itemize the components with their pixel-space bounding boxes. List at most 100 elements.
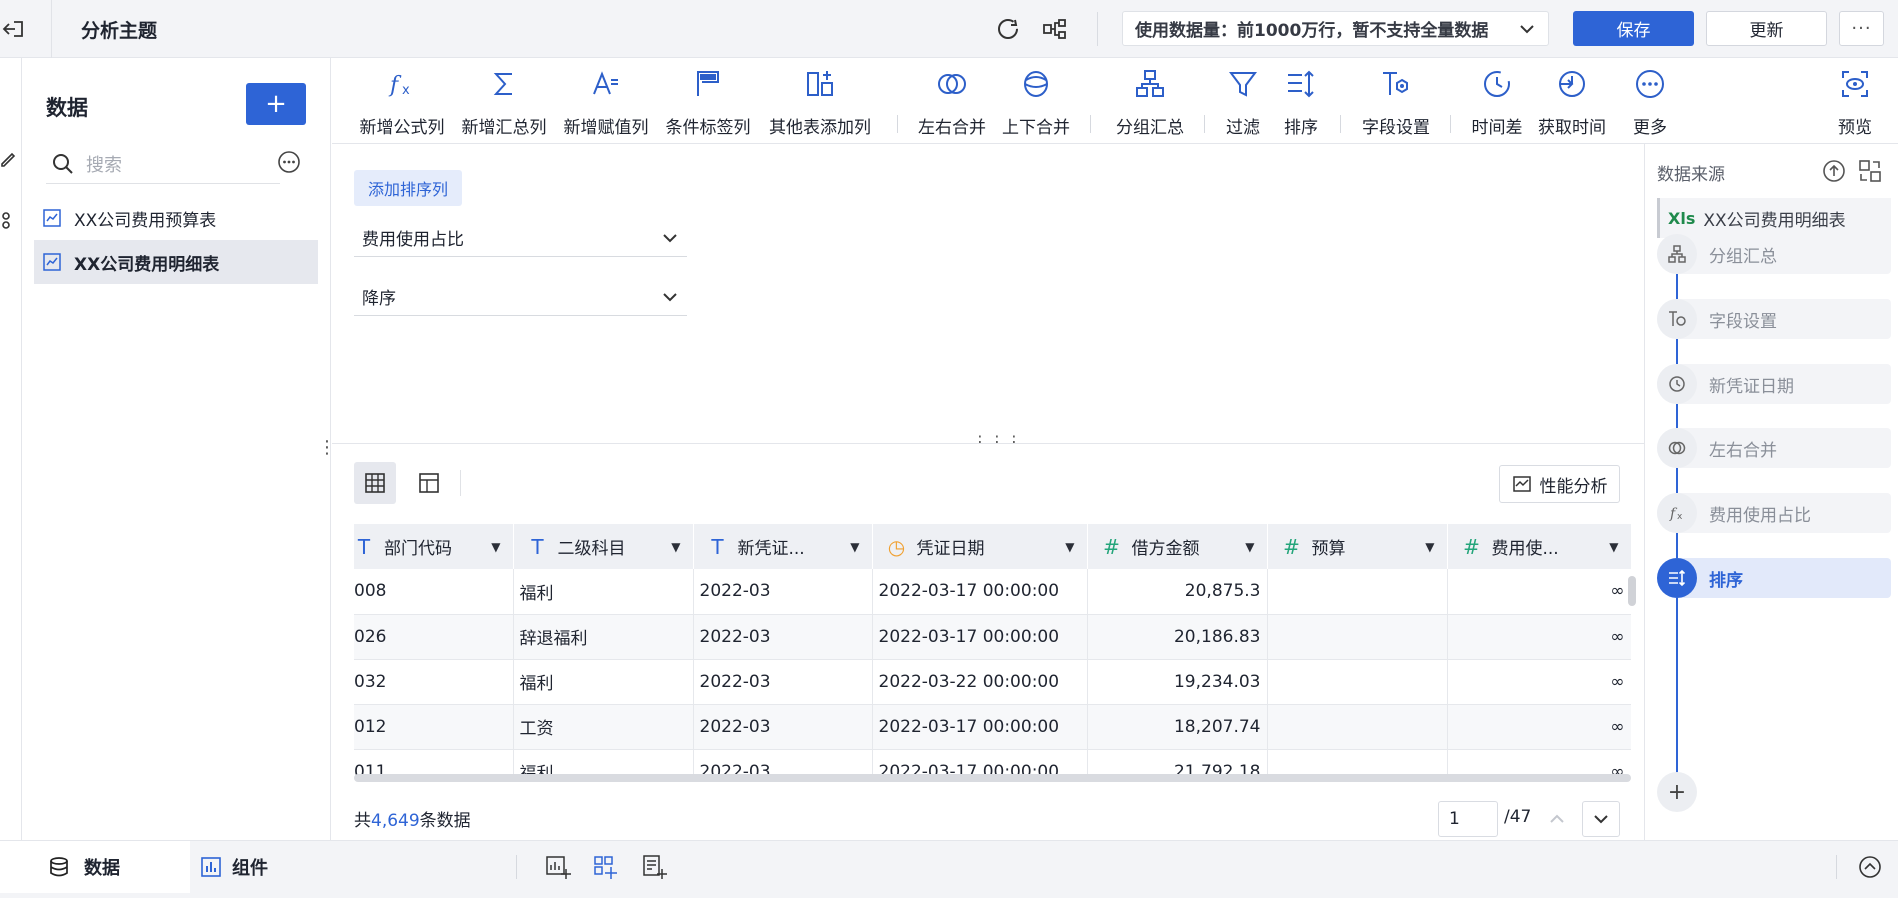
column-name: 预算 (1311, 539, 1346, 559)
tool-add-formula[interactable]: fx 新增公式列 (352, 68, 452, 138)
more-options-button[interactable]: ··· (1839, 11, 1884, 46)
table-row[interactable]: 008 福利 2022-03 2022-03-17 00:00:00 20,875.3 ∞ (354, 569, 1631, 615)
search-icon (53, 153, 73, 174)
tool-merge-ud[interactable]: 上下合并 (996, 68, 1076, 138)
flow-step-sort[interactable]: 排序 (1657, 558, 1891, 598)
table-cell: 026 (354, 614, 514, 660)
flow-step-merge-lr[interactable]: 左右合并 (1657, 428, 1891, 468)
tool-label: 新增赋值列 (563, 118, 649, 138)
merge-lr-icon (1657, 428, 1697, 468)
add-data-button[interactable]: + (246, 83, 306, 125)
step-label: 排序 (1709, 570, 1743, 591)
horizontal-scrollbar[interactable] (354, 774, 1631, 782)
sidebar-item-detail[interactable]: XX公司费用明细表 (34, 240, 318, 284)
chevron-down-icon (1594, 815, 1608, 824)
sort-field-select[interactable]: 费用使用占比 (354, 219, 687, 257)
column-header[interactable]: ◷ 凭证日期 ▼ (872, 524, 1088, 569)
performance-analysis-button[interactable]: 性能分析 (1499, 465, 1620, 503)
table-cell (1267, 569, 1448, 615)
chevron-down-icon (1520, 24, 1534, 33)
flow-step-field-settings[interactable]: 字段设置 (1657, 299, 1891, 339)
tool-filter[interactable]: 过滤 (1220, 68, 1266, 138)
table-cell: 工资 (513, 704, 694, 750)
column-header[interactable]: T 部门代码 ▼ (354, 524, 514, 569)
refresh-icon[interactable] (994, 15, 1022, 43)
tool-sort[interactable]: 排序 (1278, 68, 1324, 138)
tool-add-from-other[interactable]: 其他表添加列 (760, 68, 880, 138)
flow-source-node[interactable]: Xls XX公司费用明细表 (1657, 198, 1891, 238)
data-usage-select[interactable]: 使用数据量：前1000万行，暂不支持全量数据 (1122, 11, 1549, 46)
count-value: 4,649 (371, 811, 420, 831)
table-cell: 2022-03-17 00:00:00 (872, 569, 1088, 615)
next-page-button[interactable] (1582, 801, 1620, 837)
column-header[interactable]: # 预算 ▼ (1267, 524, 1448, 569)
tool-label: 上下合并 (1002, 118, 1070, 138)
tool-merge-lr[interactable]: 左右合并 (912, 68, 992, 138)
svg-text:x: x (402, 83, 410, 98)
table-row[interactable]: 026 辞退福利 2022-03 2022-03-17 00:00:00 20,186.… (354, 614, 1631, 660)
table-row[interactable]: 012 工资 2022-03 2022-03-17 00:00:00 18,207.74… (354, 704, 1631, 750)
group-icon (1657, 234, 1697, 274)
flow-step-new-date[interactable]: 新凭证日期 (1657, 364, 1891, 404)
add-step-button[interactable]: + (1657, 772, 1697, 812)
tool-time-diff[interactable]: 时间差 (1464, 68, 1530, 138)
record-count: 共4,649条数据 (354, 806, 471, 831)
step-label: 新凭证日期 (1709, 376, 1794, 397)
sort-order-select[interactable]: 降序 (354, 278, 687, 316)
upload-icon[interactable] (1821, 158, 1847, 184)
connection-icon[interactable] (0, 210, 16, 230)
layout-view-button[interactable] (408, 462, 450, 504)
update-button[interactable]: 更新 (1706, 11, 1827, 46)
tool-condition-tag[interactable]: 条件标签列 (658, 68, 758, 138)
add-chart-icon[interactable] (544, 853, 572, 881)
caret-down-icon[interactable]: ▼ (1609, 540, 1618, 554)
tool-field-settings[interactable]: 字段设置 (1356, 68, 1436, 138)
collapse-icon[interactable] (1856, 853, 1884, 881)
table-cell: 辞退福利 (513, 614, 694, 660)
column-header[interactable]: T 新凭证... ▼ (693, 524, 873, 569)
prev-page-button[interactable] (1538, 801, 1576, 837)
add-dashboard-icon[interactable] (592, 853, 620, 881)
lineage-icon[interactable] (1041, 15, 1069, 43)
column-header[interactable]: # 借方金额 ▼ (1087, 524, 1268, 569)
caret-down-icon[interactable]: ▼ (671, 540, 680, 554)
tool-add-assign[interactable]: 新增赋值列 (556, 68, 656, 138)
tool-label: 新增汇总列 (461, 118, 547, 138)
search-input[interactable]: 搜索 (46, 144, 280, 184)
flow-step-group-summary[interactable]: 分组汇总 (1657, 234, 1891, 274)
column-header[interactable]: # 费用使... ▼ (1447, 524, 1631, 569)
divider (51, 0, 52, 58)
sort-field-value: 费用使用占比 (362, 230, 464, 250)
caret-down-icon[interactable]: ▼ (1245, 540, 1254, 554)
tool-preview[interactable]: 预览 (1832, 68, 1878, 138)
add-sort-column-button[interactable]: 添加排序列 (354, 170, 463, 206)
table-cell: 032 (354, 659, 514, 705)
tool-add-summary[interactable]: 新增汇总列 (454, 68, 554, 138)
tool-more[interactable]: 更多 (1622, 68, 1678, 138)
tool-label: 分组汇总 (1116, 118, 1184, 138)
sort-order-value: 降序 (362, 289, 396, 309)
switch-source-icon[interactable] (1857, 158, 1883, 184)
tool-group-summary[interactable]: 分组汇总 (1110, 68, 1190, 138)
column-header[interactable]: T 二级科目 ▼ (513, 524, 694, 569)
grid-view-button[interactable] (354, 462, 396, 504)
add-report-icon[interactable] (640, 853, 668, 881)
exit-icon[interactable] (0, 14, 30, 44)
ellipsis-icon[interactable] (276, 149, 302, 175)
tab-component[interactable]: 组件 (200, 841, 360, 893)
data-panel: 数据 + 搜索 XX公司费用预算表 XX公司费用明细表 (22, 58, 331, 840)
tool-get-time[interactable]: 获取时间 (1532, 68, 1612, 138)
caret-down-icon[interactable]: ▼ (491, 540, 500, 554)
caret-down-icon[interactable]: ▼ (1425, 540, 1434, 554)
save-button[interactable]: 保存 (1573, 11, 1694, 46)
page-number-input[interactable]: 1 (1438, 801, 1498, 837)
table-row[interactable]: 032 福利 2022-03 2022-03-22 00:00:00 19,234.03… (354, 659, 1631, 705)
sidebar-item-budget[interactable]: XX公司费用预算表 (34, 196, 318, 240)
caret-down-icon[interactable]: ▼ (850, 540, 859, 554)
flow-step-formula[interactable]: fx 费用使用占比 (1657, 493, 1891, 533)
tab-data[interactable]: 数据 (0, 841, 190, 893)
layout-icon (419, 473, 439, 493)
caret-down-icon[interactable]: ▼ (1065, 540, 1074, 554)
vertical-scrollbar[interactable] (1628, 576, 1636, 606)
edit-icon[interactable] (0, 148, 16, 168)
